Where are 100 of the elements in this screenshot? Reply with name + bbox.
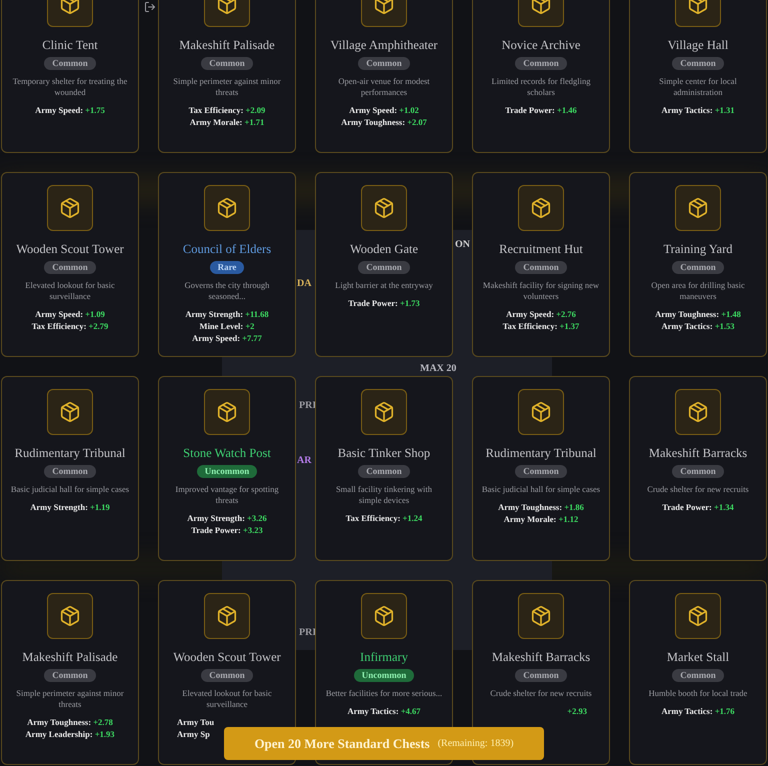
card-title: Recruitment Hut — [498, 241, 584, 258]
rarity-badge: Common — [672, 465, 724, 478]
package-icon — [47, 389, 93, 435]
stat-line: Army Tactics: +1.31 — [661, 104, 735, 116]
card-title: Training Yard — [662, 241, 734, 258]
stat-line: Army Toughness: +2.07 — [341, 116, 427, 128]
stat-line: Army Strength: +11.68 — [185, 308, 269, 320]
package-icon — [47, 593, 93, 639]
card-description: Open-air venue for modest performances — [337, 76, 431, 98]
logout-icon[interactable] — [144, 1, 156, 13]
stat-line: +2.93 — [567, 705, 587, 717]
background-text: DA — [297, 277, 312, 291]
rarity-badge: Common — [515, 669, 567, 682]
stat-line: Mine Level: +2 — [200, 320, 254, 332]
stat-line: Army Toughness: +2.78 — [27, 716, 113, 728]
stat-line: Tax Efficiency: +2.79 — [32, 320, 108, 332]
open-chests-button[interactable]: Open 20 More Standard Chests (Remaining: 1839) — [224, 727, 544, 760]
card-description: Simple center for local administration — [658, 76, 738, 98]
stat-line: Trade Power: +1.34 — [662, 501, 734, 513]
card-description: Crude shelter for new recruits — [489, 688, 593, 699]
stat-line: Army Speed: +1.09 — [35, 308, 105, 320]
stat-line: Army Speed: +1.75 — [35, 104, 105, 116]
card-title: Clinic Tent — [41, 37, 99, 54]
card-description: Basic judicial hall for simple cases — [10, 484, 130, 495]
stat-line: Tax Efficiency: +1.37 — [502, 320, 580, 332]
stat-line: Army Leadership: +1.93 — [25, 728, 115, 740]
rarity-badge: Common — [515, 465, 567, 478]
card-title: Novice Archive — [500, 37, 582, 54]
package-icon — [518, 593, 564, 639]
stat-line: Army Tactics: +1.53 — [661, 320, 735, 332]
package-icon — [361, 185, 407, 231]
card-title: Wooden Scout Tower — [172, 649, 282, 666]
rarity-badge: Common — [44, 57, 96, 70]
rarity-badge: Common — [44, 465, 96, 478]
card-description: Basic judicial hall for simple cases — [480, 484, 602, 495]
stat-line: Tax Efficiency: +2.09 — [188, 104, 266, 116]
stat-line: Army Tactics: +4.67 — [347, 705, 421, 717]
card-title: Wooden Scout Tower — [15, 241, 125, 258]
stat-line: Tax Efficiency: +1.24 — [346, 512, 422, 524]
card-title: Makeshift Palisade — [21, 649, 119, 666]
card-description: Improved vantage for spotting threats — [174, 484, 280, 506]
rarity-badge: Common — [515, 261, 567, 274]
background-text: PRI — [299, 399, 316, 413]
stat-line: Army Sp — [177, 728, 210, 740]
rarity-badge: Common — [44, 669, 96, 682]
card-description: Simple perimeter against minor threats — [172, 76, 282, 98]
stat-line: Trade Power: +1.73 — [348, 297, 420, 309]
card-title: Market Stall — [666, 649, 730, 666]
rarity-badge: Uncommon — [354, 669, 414, 682]
stat-line: Army Strength: +3.26 — [187, 512, 267, 524]
card-description: Small facility tinkering with simple devices — [334, 484, 434, 506]
card-description: Crude shelter for new recruits — [646, 484, 750, 495]
card-description: Elevated lookout for basic surveillance — [24, 280, 116, 302]
card-description: Simple perimeter against minor threats — [15, 688, 125, 710]
card-title: Makeshift Barracks — [648, 445, 748, 462]
stat-line: Army Speed: +7.77 — [192, 332, 262, 344]
stat-line: Army Toughness: +1.86 — [498, 501, 584, 513]
rarity-badge: Common — [672, 261, 724, 274]
package-icon — [675, 593, 721, 639]
card-description: Governs the city through seasoned... — [184, 280, 270, 302]
rarity-badge: Common — [201, 669, 253, 682]
stat-line: Army Tou — [177, 716, 214, 728]
card-title: Village Hall — [666, 37, 730, 54]
background-text: MAX 20 — [420, 362, 456, 376]
stat-line: Army Morale: +1.12 — [504, 513, 578, 525]
rarity-badge: Common — [672, 57, 724, 70]
stat-line: Army Speed: +2.76 — [506, 308, 576, 320]
package-icon — [47, 185, 93, 231]
card-description: Temporary shelter for treating the wounded — [12, 76, 128, 98]
card-description: Open area for drilling basic maneuvers — [650, 280, 746, 302]
rarity-badge: Rare — [210, 261, 244, 274]
background-text: PRI — [299, 626, 316, 640]
card-title: Council of Elders — [182, 241, 272, 258]
card-title: Infirmary — [359, 649, 409, 666]
background-text: AR — [297, 454, 312, 468]
card-title: Basic Tinker Shop — [336, 445, 432, 462]
card-title: Stone Watch Post — [182, 445, 272, 462]
card-description: Elevated lookout for basic surveillance — [181, 688, 273, 710]
stat-line: Trade Power: +3.23 — [191, 524, 263, 536]
rarity-badge: Common — [201, 57, 253, 70]
card-description: Better facilities for more serious... — [324, 688, 444, 699]
card-title: Rudimentary Tribunal — [484, 445, 598, 462]
background-text: ON — [455, 238, 470, 252]
card-description: Limited records for fledgling scholars — [490, 76, 592, 98]
rarity-badge: Uncommon — [196, 465, 258, 478]
package-icon — [361, 593, 407, 639]
card-title: Village Amphitheater — [329, 37, 439, 54]
stat-line: Army Speed: +1.02 — [349, 104, 419, 116]
package-icon — [675, 185, 721, 231]
card-title: Rudimentary Tribunal — [14, 445, 126, 462]
package-icon — [204, 593, 250, 639]
card-description: Humble booth for local trade — [648, 688, 748, 699]
card-title: Makeshift Palisade — [178, 37, 276, 54]
stat-line: Army Tactics: +1.76 — [661, 705, 735, 717]
package-icon — [204, 389, 250, 435]
card-title: Wooden Gate — [348, 241, 420, 258]
rarity-badge: Common — [44, 261, 96, 274]
stat-line: Army Toughness: +1.48 — [655, 308, 741, 320]
card-title: Makeshift Barracks — [490, 649, 592, 666]
stat-line: Trade Power: +1.46 — [505, 104, 577, 116]
